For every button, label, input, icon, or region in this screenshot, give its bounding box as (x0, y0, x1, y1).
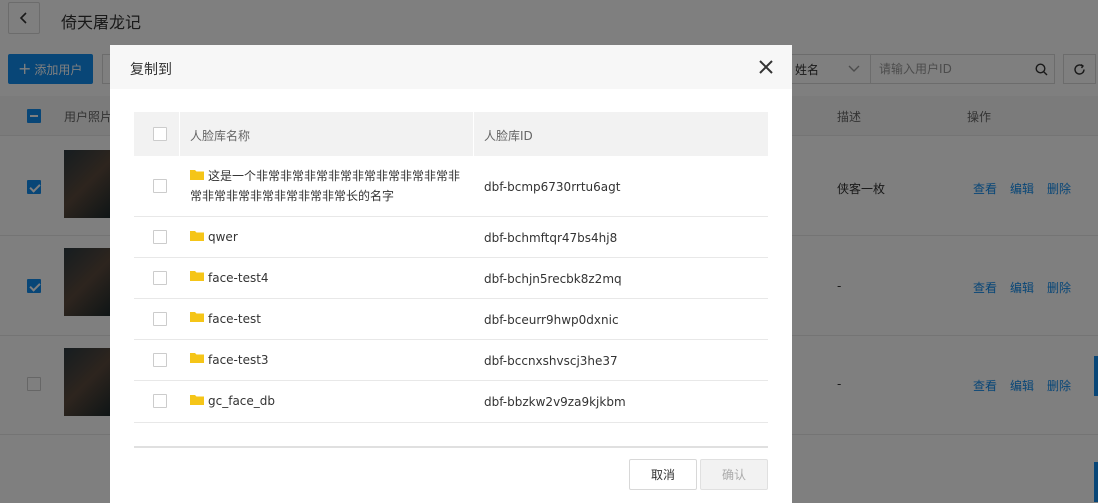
copy-to-dialog: 复制到 人脸库名称 人脸库ID 这是一个非常非常非常非常非常非常非常非常非常非常… (110, 45, 792, 503)
folder-icon (190, 231, 204, 241)
column-divider (179, 112, 180, 156)
row-checkbox[interactable] (153, 394, 167, 408)
library-id: dbf-bchjn5recbk8z2mq (484, 272, 622, 286)
folder-icon (190, 353, 204, 363)
col-library-id: 人脸库ID (484, 129, 533, 143)
library-id: dbf-bceurr9hwp0dxnic (484, 313, 619, 327)
table-row[interactable]: 这是一个非常非常非常非常非常非常非常非常非常非常非常非常非常非常非常长的名字 d… (134, 156, 768, 217)
library-name: 这是一个非常非常非常非常非常非常非常非常非常非常非常非常非常非常非常长的名字 (190, 169, 461, 203)
confirm-button[interactable]: 确认 (700, 459, 768, 490)
table-row[interactable]: face-test dbf-bceurr9hwp0dxnic (134, 299, 768, 340)
folder-icon (190, 312, 204, 322)
library-name: face-test3 (208, 353, 269, 367)
row-checkbox[interactable] (153, 230, 167, 244)
table-row[interactable]: qwer dbf-bchmftqr47bs4hj8 (134, 217, 768, 258)
dialog-title: 复制到 (130, 62, 172, 78)
library-name: face-test4 (208, 271, 269, 285)
table-row[interactable]: face-test4 dbf-bchjn5recbk8z2mq (134, 258, 768, 299)
dialog-header: 复制到 (110, 45, 792, 89)
library-name: gc_face_db (208, 394, 276, 408)
library-id: dbf-bbzkw2v9za9kjkbm (484, 395, 626, 409)
footer-divider (134, 446, 768, 448)
table-row[interactable]: gc_face_db dbf-bbzkw2v9za9kjkbm (134, 381, 768, 423)
library-id: dbf-bchmftqr47bs4hj8 (484, 231, 618, 245)
folder-icon (190, 395, 204, 405)
library-name: qwer (208, 230, 238, 244)
library-name: face-test (208, 312, 261, 326)
close-icon (759, 60, 773, 74)
column-divider (473, 112, 474, 156)
close-button[interactable] (756, 57, 776, 77)
row-checkbox[interactable] (153, 353, 167, 367)
folder-icon (190, 271, 204, 281)
table-row[interactable]: face-test3 dbf-bccnxshvscj3he37 (134, 340, 768, 381)
select-all-checkbox[interactable] (153, 127, 167, 141)
library-id: dbf-bccnxshvscj3he37 (484, 354, 618, 368)
row-checkbox[interactable] (153, 271, 167, 285)
library-id: dbf-bcmp6730rrtu6agt (484, 180, 621, 194)
cancel-button[interactable]: 取消 (629, 459, 697, 490)
row-checkbox[interactable] (153, 179, 167, 193)
row-checkbox[interactable] (153, 312, 167, 326)
col-library-name: 人脸库名称 (190, 129, 251, 143)
face-library-table-header: 人脸库名称 人脸库ID (134, 112, 768, 156)
